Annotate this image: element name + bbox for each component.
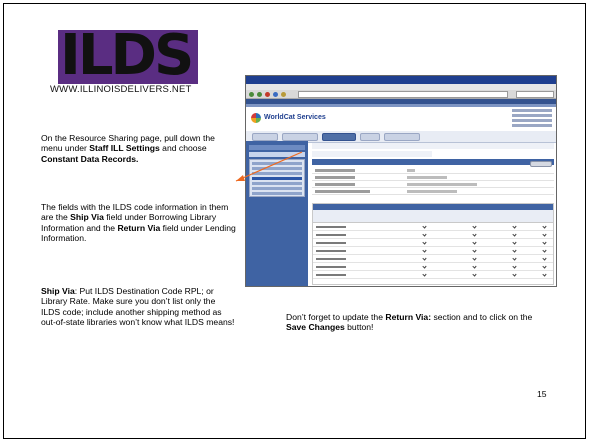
form-row — [312, 174, 554, 181]
grid-header — [313, 210, 553, 223]
return-via-label: Return Via — [117, 222, 161, 233]
module-tab — [282, 133, 318, 141]
ship-via-label: Ship Via — [41, 286, 75, 296]
logo-letters: ILDS — [60, 23, 194, 88]
text-segment: button! — [344, 322, 374, 333]
stop-icon — [265, 92, 270, 97]
text-segment: Don’t forget to update the — [286, 312, 386, 322]
worldcat-screenshot: WorldCat Services — [245, 75, 557, 287]
browser-title-bar — [246, 76, 556, 84]
header-links — [512, 109, 552, 129]
grid-row — [313, 247, 553, 255]
grid-row — [313, 239, 553, 247]
module-tab-resource-sharing — [322, 133, 356, 141]
return-via-label: Return Via: — [385, 312, 432, 322]
home-icon — [281, 92, 286, 97]
browser-search-box — [516, 91, 554, 98]
save-changes-label: Save Changes — [286, 322, 345, 333]
module-tab — [384, 133, 420, 141]
app-sidebar — [246, 141, 308, 286]
instruction-pull-down-menu: On the Resource Sharing page, pull down … — [41, 133, 236, 164]
sidebar-item — [249, 145, 305, 150]
worldcat-logo-icon — [251, 113, 261, 123]
logo-url: WWW.ILLINOISDELIVERS.NET — [50, 84, 192, 95]
grid-row — [313, 263, 553, 271]
grid-row — [313, 255, 553, 263]
form-row — [312, 167, 554, 174]
grid-row — [313, 223, 553, 231]
browser-toolbar — [246, 90, 556, 99]
forward-icon — [257, 92, 262, 97]
page-heading — [312, 151, 432, 157]
address-bar — [298, 91, 508, 98]
settings-grid — [312, 203, 554, 285]
app-header: WorldCat Services — [246, 107, 556, 131]
slide: ILDS WWW.ILLINOISDELIVERS.NET On the Res… — [0, 0, 591, 445]
back-icon — [249, 92, 254, 97]
constant-data-records-option — [252, 177, 302, 180]
page-number: 15 — [537, 389, 547, 399]
instruction-ilds-fields: The fields with the ILDS code informatio… — [41, 202, 236, 244]
grid-row — [313, 271, 553, 279]
app-main — [310, 141, 556, 286]
module-tab — [252, 133, 278, 141]
staff-ill-settings-label: Staff ILL Settings — [89, 143, 160, 154]
app-body — [246, 141, 556, 286]
ship-via-label: Ship Via — [70, 212, 104, 223]
instruction-ship-via: Ship Via: Put ILDS Destination Code RPL;… — [41, 286, 236, 328]
staff-ill-settings-menu — [249, 159, 305, 197]
sidebar-item-staff-ill-settings — [249, 152, 305, 157]
constant-data-records-label: Constant Data Records. — [41, 153, 139, 164]
grid-row — [313, 231, 553, 239]
module-tab — [360, 133, 380, 141]
caption-return-via: Don’t forget to update the Return Via: s… — [286, 312, 546, 333]
text-segment: section and to click on the — [431, 312, 533, 322]
refresh-icon — [273, 92, 278, 97]
section-bar — [312, 159, 554, 165]
ilds-logo: ILDS WWW.ILLINOISDELIVERS.NET — [50, 23, 205, 100]
form-row — [312, 181, 554, 188]
breadcrumb — [312, 143, 554, 149]
text-segment: and choose — [159, 143, 207, 154]
form-row — [312, 188, 554, 195]
service-name: WorldCat Services — [264, 114, 326, 121]
